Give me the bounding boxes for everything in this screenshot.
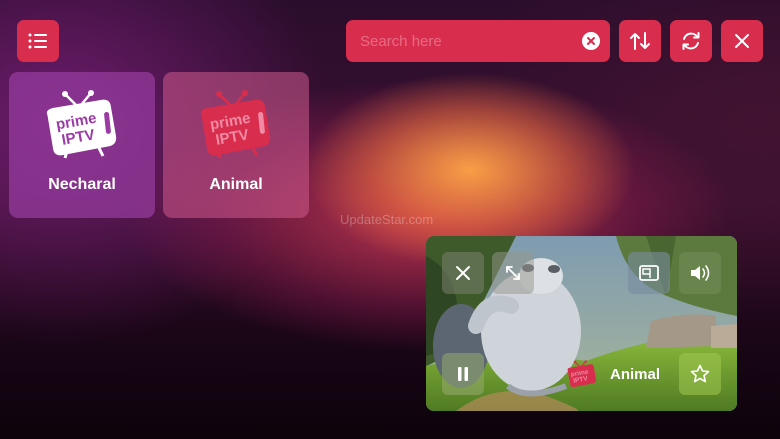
expand-icon [506,266,520,280]
channel-name: Necharal [48,176,116,193]
watermark-text: UpdateStar.com [340,212,434,227]
prime-iptv-logo: prime IPTV [200,90,271,159]
refresh-icon [682,32,700,50]
pause-icon [458,367,468,381]
channel-name: Animal [209,176,263,193]
star-icon [690,364,710,383]
sort-button[interactable] [619,20,661,62]
mini-player[interactable]: prime IPTV Animal [426,236,737,411]
player-favorite-button[interactable] [679,353,721,395]
player-channel-name: Animal [610,366,661,383]
player-close-button[interactable] [442,252,484,294]
player-pip-button[interactable] [628,252,670,294]
sort-icon [630,32,650,50]
clear-search-icon [587,37,595,45]
close-icon [456,266,470,280]
player-pause-button[interactable] [442,353,484,395]
channel-card-animal[interactable]: prime IPTV Animal [163,72,309,218]
menu-button[interactable] [17,20,59,62]
search-input[interactable] [360,32,582,50]
search-bar [346,20,610,62]
volume-icon [691,265,710,281]
player-expand-button[interactable] [492,252,534,294]
refresh-button[interactable] [670,20,712,62]
menu-icon [28,33,47,49]
prime-iptv-logo: prime IPTV [46,90,117,159]
player-volume-button[interactable] [679,252,721,294]
close-button[interactable] [721,20,763,62]
close-icon [735,34,749,48]
clear-search-button[interactable] [582,32,600,50]
channel-card-necharal[interactable]: prime IPTV Necharal [9,72,155,218]
picture-in-picture-icon [639,265,659,281]
prime-iptv-logo: prime IPTV [567,360,597,388]
